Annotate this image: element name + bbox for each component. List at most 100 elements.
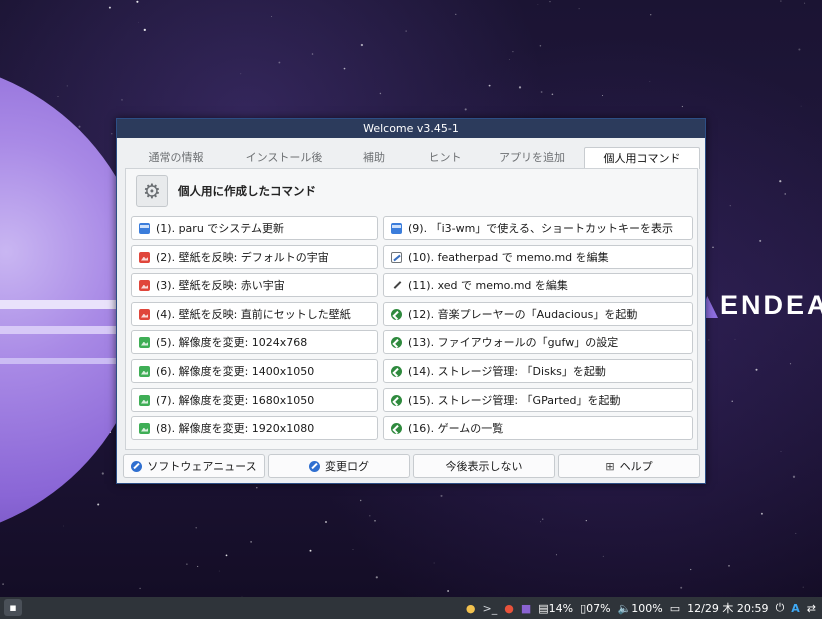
- star: [278, 61, 281, 64]
- star: [690, 568, 692, 571]
- keyboard-icon[interactable]: ▭: [670, 602, 680, 615]
- command-button-1[interactable]: (1). paru でシステム更新: [131, 216, 378, 240]
- command-label: (2). 壁紙を反映: デフォルトの宇宙: [156, 251, 329, 264]
- star: [352, 549, 354, 551]
- star: [433, 562, 435, 564]
- launch-icon: [391, 308, 402, 320]
- command-button-13[interactable]: (13). ファイアウォールの「gufw」の設定: [383, 330, 693, 354]
- star: [66, 85, 68, 87]
- star: [759, 239, 762, 242]
- star: [375, 576, 378, 579]
- star: [195, 527, 197, 529]
- command-button-12[interactable]: (12). 音楽プレーヤーの「Audacious」を起動: [383, 302, 693, 326]
- input-method-indicator[interactable]: A: [791, 602, 800, 615]
- star: [101, 472, 104, 475]
- command-button-10[interactable]: (10). featherpad で memo.md を編集: [383, 245, 693, 269]
- tab-assistance[interactable]: 補助: [338, 147, 410, 169]
- star: [680, 586, 683, 589]
- command-label: (1). paru でシステム更新: [156, 222, 284, 235]
- battery-icon: ▤: [538, 601, 549, 615]
- terminal-icon[interactable]: >_: [482, 602, 497, 615]
- command-button-5[interactable]: (5). 解像度を変更: 1024x768: [131, 330, 378, 354]
- notification-icon[interactable]: ●: [466, 602, 476, 615]
- star: [136, 0, 139, 3]
- star: [360, 43, 364, 47]
- memory-percent: 07%: [586, 601, 611, 615]
- command-label: (16). ゲームの一覧: [408, 422, 504, 435]
- star: [755, 368, 758, 371]
- star: [728, 565, 730, 567]
- star: [539, 44, 542, 47]
- star: [798, 48, 801, 51]
- command-label: (11). xed で memo.md を編集: [408, 279, 568, 292]
- software-news-button[interactable]: ソフトウェアニュース: [123, 454, 265, 478]
- star: [271, 16, 273, 17]
- changelog-icon: [309, 460, 320, 472]
- welcome-window: Welcome v3.45-1 通常の情報 インストール後 補助 ヒント アプリ…: [116, 118, 706, 484]
- display-icon: [139, 422, 150, 434]
- command-button-6[interactable]: (6). 解像度を変更: 1400x1050: [131, 359, 378, 383]
- star: [97, 503, 100, 506]
- star: [369, 515, 371, 517]
- cpu-indicator[interactable]: ▤ 14%: [538, 602, 573, 615]
- display-icon: [139, 336, 150, 348]
- system-tray: ● >_ ● ■ ▤ 14% ▯ 07% 🔈 100% ▭ 12/29 木 20…: [459, 597, 816, 619]
- command-button-8[interactable]: (8). 解像度を変更: 1920x1080: [131, 416, 378, 440]
- command-button-7[interactable]: (7). 解像度を変更: 1680x1050: [131, 388, 378, 412]
- star: [121, 99, 123, 101]
- folder-icon[interactable]: ■: [521, 602, 531, 615]
- star: [585, 519, 587, 522]
- command-label: (3). 壁紙を反映: 赤い宇宙: [156, 279, 285, 292]
- command-button-11[interactable]: (11). xed で memo.md を編集: [383, 273, 693, 297]
- star: [57, 96, 59, 97]
- tab-tips[interactable]: ヒント: [410, 147, 480, 169]
- taskbar: ▪ ● >_ ● ■ ▤ 14% ▯ 07% 🔈 100% ▭ 12/29 木 …: [0, 597, 822, 619]
- tab-post-install[interactable]: インストール後: [230, 147, 338, 169]
- command-button-9[interactable]: (9). 「i3-wm」で使える、ショートカットキーを表示: [383, 216, 693, 240]
- featherpad-icon: [391, 251, 402, 263]
- star: [784, 193, 786, 195]
- memory-indicator[interactable]: ▯ 07%: [580, 602, 611, 615]
- star: [138, 21, 139, 23]
- button-label: ヘルプ: [619, 460, 653, 473]
- star: [186, 563, 188, 565]
- dont-show-again-button[interactable]: 今後表示しない: [413, 454, 555, 478]
- tab-general-info[interactable]: 通常の情報: [122, 147, 230, 169]
- firefox-icon[interactable]: ●: [504, 602, 514, 615]
- wallpaper-icon: [139, 251, 150, 263]
- launch-icon: [391, 336, 402, 348]
- command-button-2[interactable]: (2). 壁紙を反映: デフォルトの宇宙: [131, 245, 378, 269]
- star: [256, 486, 258, 489]
- app-menu-button[interactable]: ▪: [4, 599, 22, 616]
- personal-commands-panel: ⚙ 個人用に作成したコマンド (1). paru でシステム更新 (2). 壁紙…: [125, 168, 698, 450]
- command-label: (6). 解像度を変更: 1400x1050: [156, 365, 315, 378]
- volume-indicator[interactable]: 🔈 100%: [618, 602, 663, 615]
- command-button-15[interactable]: (15). ストレージ管理: 「GParted」を起動: [383, 388, 693, 412]
- star: [780, 451, 782, 452]
- command-button-14[interactable]: (14). ストレージ管理: 「Disks」を起動: [383, 359, 693, 383]
- tab-add-apps[interactable]: アプリを追加: [480, 147, 584, 169]
- star: [78, 125, 81, 128]
- command-label: (12). 音楽プレーヤーの「Audacious」を起動: [408, 308, 638, 321]
- power-icon[interactable]: ⏻: [776, 601, 785, 615]
- star: [800, 105, 802, 107]
- star: [729, 205, 731, 207]
- star: [789, 363, 792, 365]
- command-button-4[interactable]: (4). 壁紙を反映: 直前にセットした壁紙: [131, 302, 378, 326]
- command-button-3[interactable]: (3). 壁紙を反映: 赤い宇宙: [131, 273, 378, 297]
- network-icon[interactable]: ⇄: [807, 602, 816, 615]
- command-label: (4). 壁紙を反映: 直前にセットした壁紙: [156, 308, 351, 321]
- button-label: ソフトウェアニュース: [147, 460, 257, 473]
- star: [537, 4, 539, 5]
- clock[interactable]: 12/29 木 20:59: [687, 600, 768, 616]
- star: [551, 93, 554, 96]
- tab-personal-commands[interactable]: 個人用コマンド: [584, 147, 700, 169]
- command-label: (14). ストレージ管理: 「Disks」を起動: [408, 365, 606, 378]
- changelog-button[interactable]: 変更ログ: [268, 454, 410, 478]
- help-button[interactable]: ⊞ ヘルプ: [558, 454, 700, 478]
- star: [240, 73, 242, 75]
- star: [578, 8, 580, 10]
- window-titlebar[interactable]: Welcome v3.45-1: [117, 119, 705, 138]
- command-button-16[interactable]: (16). ゲームの一覧: [383, 416, 693, 440]
- star: [311, 53, 314, 55]
